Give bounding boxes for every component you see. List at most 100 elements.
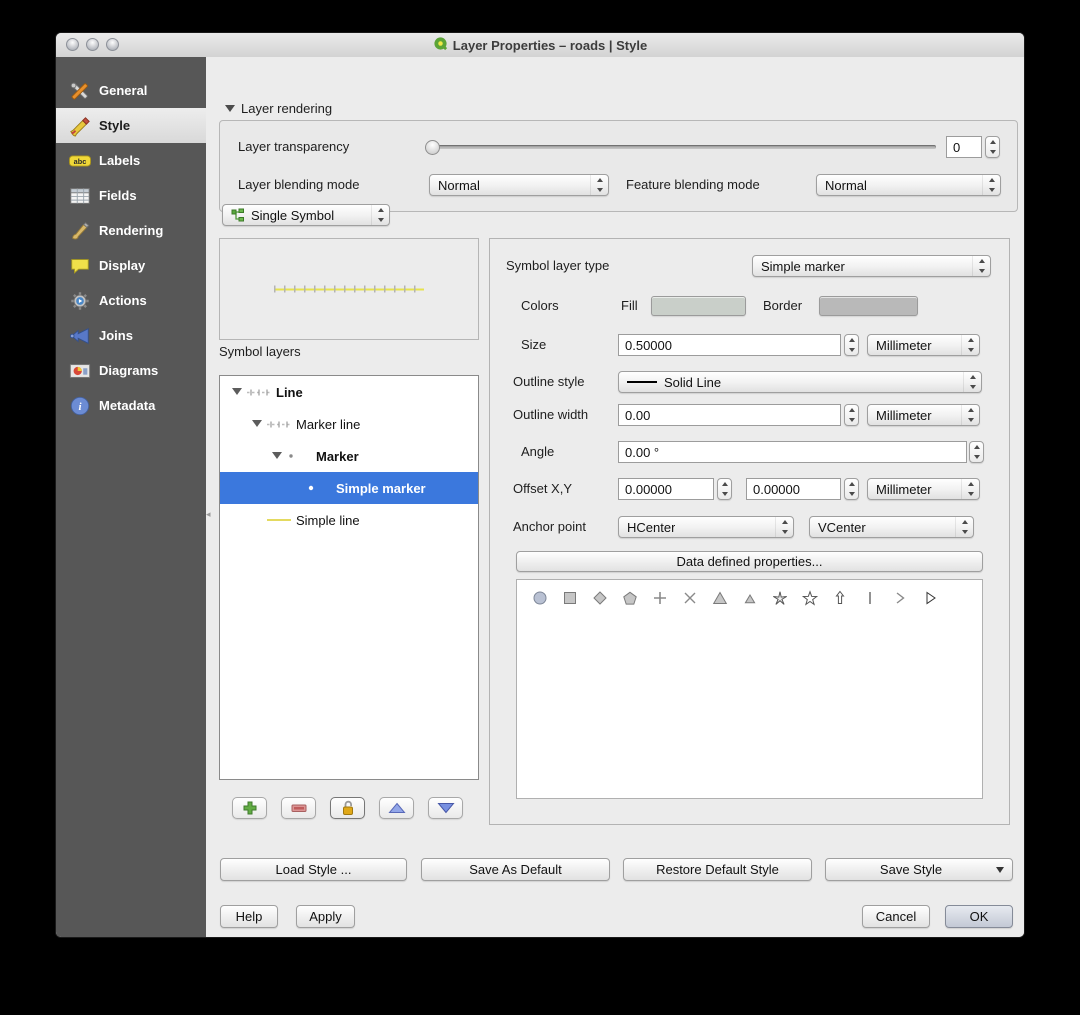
remove-symbol-layer-button[interactable] [281, 797, 316, 819]
marker-shape-cross-plus[interactable] [645, 585, 675, 611]
tree-item-label: Marker [316, 448, 359, 464]
add-symbol-layer-button[interactable] [232, 797, 267, 819]
tree-item-label: Simple marker [336, 480, 426, 496]
outline-width-unit-select[interactable]: Millimeter [867, 404, 980, 426]
display-bubble-icon [68, 254, 92, 278]
select-arrows-icon [371, 205, 389, 225]
marker-shape-equilateral-triangle[interactable] [735, 585, 765, 611]
border-color-swatch[interactable] [819, 296, 918, 316]
load-style-button[interactable]: Load Style ... [220, 858, 407, 881]
lock-gold-icon [340, 800, 356, 816]
yellow-line-icon [266, 517, 296, 523]
ok-button[interactable]: OK [945, 905, 1013, 928]
window-title: Layer Properties – roads | Style [56, 33, 1024, 57]
outline-style-select[interactable]: Solid Line [618, 371, 982, 393]
data-defined-properties-button[interactable]: Data defined properties... [516, 551, 983, 572]
feature-blending-select[interactable]: Normal [816, 174, 1001, 196]
cancel-button[interactable]: Cancel [862, 905, 930, 928]
symbol-preview [219, 238, 479, 340]
sidebar-item-metadata[interactable]: i Metadata [56, 388, 206, 423]
select-arrows-icon [961, 335, 979, 355]
offset-y-input[interactable]: 0.00000 [746, 478, 841, 500]
layer-rendering-disclosure[interactable]: Layer rendering [225, 101, 332, 116]
tree-item-marker[interactable]: Marker [220, 440, 478, 472]
move-layer-down-button[interactable] [428, 797, 463, 819]
joins-arrow-icon [68, 324, 92, 348]
transparency-slider-thumb[interactable] [425, 140, 440, 155]
marker-shape-arrow-up[interactable] [825, 585, 855, 611]
offset-y-stepper[interactable] [844, 478, 859, 500]
select-arrows-icon [961, 405, 979, 425]
sidebar-item-diagrams[interactable]: Diagrams [56, 353, 206, 388]
marker-shape-pentagon[interactable] [615, 585, 645, 611]
save-style-button[interactable]: Save Style [825, 858, 1013, 881]
marker-shape-picker [516, 579, 983, 799]
marker-shape-chevron-right[interactable] [885, 585, 915, 611]
transparency-slider[interactable] [429, 145, 936, 149]
offset-x-input[interactable]: 0.00000 [618, 478, 714, 500]
angle-label: Angle [521, 444, 555, 459]
svg-text:abc: abc [74, 156, 87, 165]
sidebar-item-style[interactable]: Style [56, 108, 206, 143]
tree-item-marker-line[interactable]: Marker line [220, 408, 478, 440]
restore-default-style-button[interactable]: Restore Default Style [623, 858, 812, 881]
marker-shape-star-concave[interactable] [765, 585, 795, 611]
sidebar-item-display[interactable]: Display [56, 248, 206, 283]
tree-item-line[interactable]: Line [220, 376, 478, 408]
lock-color-button[interactable] [330, 797, 365, 819]
sidebar-item-labels[interactable]: abc Labels [56, 143, 206, 178]
outline-width-stepper[interactable] [844, 404, 859, 426]
dot-icon [306, 483, 336, 493]
angle-input[interactable]: 0.00 ° [618, 441, 967, 463]
fields-table-icon [68, 184, 92, 208]
sidebar-item-joins[interactable]: Joins [56, 318, 206, 353]
anchor-vertical-select[interactable]: VCenter [809, 516, 974, 538]
titlebar[interactable]: Layer Properties – roads | Style [56, 33, 1024, 58]
marker-shape-square[interactable] [555, 585, 585, 611]
size-unit-select[interactable]: Millimeter [867, 334, 980, 356]
layer-transparency-label: Layer transparency [238, 139, 350, 154]
style-brush-icon [68, 114, 92, 138]
marker-line-icon [266, 420, 296, 429]
sidebar-item-actions[interactable]: Actions [56, 283, 206, 318]
marker-shape-cross-x[interactable] [675, 585, 705, 611]
angle-stepper[interactable] [969, 441, 984, 463]
marker-shape-star[interactable] [795, 585, 825, 611]
outline-width-input[interactable]: 0.00 [618, 404, 841, 426]
apply-button[interactable]: Apply [296, 905, 355, 928]
transparency-stepper[interactable] [985, 136, 1000, 158]
anchor-horizontal-select[interactable]: HCenter [618, 516, 794, 538]
fill-color-swatch[interactable] [651, 296, 746, 316]
offset-unit-select[interactable]: Millimeter [867, 478, 980, 500]
marker-shape-line-vertical[interactable] [855, 585, 885, 611]
marker-shape-arrowhead-right[interactable] [915, 585, 945, 611]
tree-item-simple-marker[interactable]: Simple marker [220, 472, 478, 504]
plus-green-icon [241, 800, 259, 816]
sidebar-item-label: Labels [99, 153, 141, 168]
triangle-up-blue-icon [387, 801, 407, 815]
splitter-collapse-handle[interactable]: ◂ [206, 509, 211, 520]
help-button[interactable]: Help [220, 905, 278, 928]
sidebar-item-rendering[interactable]: Rendering [56, 213, 206, 248]
select-arrows-icon [775, 517, 793, 537]
sidebar-item-general[interactable]: General [56, 73, 206, 108]
tree-item-simple-line[interactable]: Simple line [220, 504, 478, 536]
layer-blending-select[interactable]: Normal [429, 174, 609, 196]
feature-blending-label: Feature blending mode [626, 177, 760, 192]
offset-x-stepper[interactable] [717, 478, 732, 500]
marker-shape-triangle[interactable] [705, 585, 735, 611]
layer-rendering-group: Layer transparency 0 Layer blending mode… [219, 120, 1018, 212]
save-as-default-button[interactable]: Save As Default [421, 858, 610, 881]
actions-gear-icon [68, 289, 92, 313]
minus-red-icon [290, 801, 308, 815]
size-stepper[interactable] [844, 334, 859, 356]
marker-shape-circle[interactable] [525, 585, 555, 611]
marker-shape-diamond[interactable] [585, 585, 615, 611]
symbol-layer-type-select[interactable]: Simple marker [752, 255, 991, 277]
renderer-select[interactable]: Single Symbol [222, 204, 390, 226]
move-layer-up-button[interactable] [379, 797, 414, 819]
sidebar-item-fields[interactable]: Fields [56, 178, 206, 213]
size-input[interactable]: 0.50000 [618, 334, 841, 356]
qgis-app-icon [433, 36, 448, 54]
transparency-value-input[interactable]: 0 [946, 136, 982, 158]
